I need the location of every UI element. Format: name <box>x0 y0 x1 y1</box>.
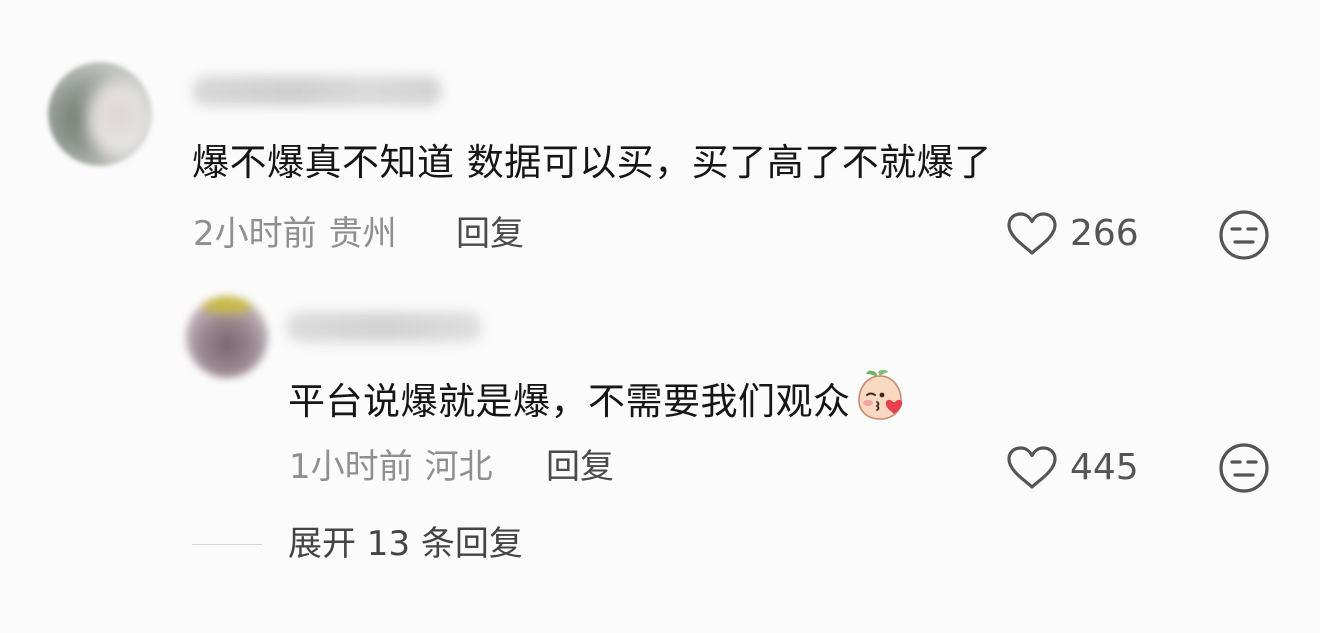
reply-meta: 1小时前 河北 <box>289 447 493 487</box>
reply-comment: 平台说爆就是爆，不需要我们观众 <box>288 369 907 433</box>
comment-location: 贵州 <box>328 214 397 254</box>
kiss-emoji-icon <box>853 368 907 433</box>
like-button[interactable]: 266 <box>1006 212 1139 256</box>
reply-text: 平台说爆就是爆，不需要我们观众 <box>288 380 851 423</box>
comment-text: 爆不爆真不知道 数据可以买，买了高了不就爆了 <box>192 141 992 184</box>
reply-avatar[interactable] <box>186 296 268 378</box>
dislike-button[interactable] <box>1218 209 1270 265</box>
heart-outline-icon <box>1007 212 1057 255</box>
meh-face-icon <box>1219 210 1269 260</box>
reply-button[interactable]: 回复 <box>456 214 524 254</box>
reply-username-blurred[interactable] <box>286 312 482 342</box>
comment-meta: 2小时前 贵州 <box>193 214 397 254</box>
reply-location: 河北 <box>424 447 493 487</box>
like-count: 266 <box>1070 213 1139 254</box>
divider <box>192 543 262 545</box>
avatar-blur <box>200 296 254 314</box>
avatar-blur <box>86 80 152 158</box>
expand-replies-button[interactable]: 展开 13 条回复 <box>192 524 523 564</box>
username-blurred[interactable] <box>192 76 442 106</box>
heart-outline-icon <box>1007 446 1057 489</box>
dislike-button[interactable] <box>1218 442 1270 498</box>
like-button[interactable]: 445 <box>1006 446 1139 490</box>
meh-face-icon <box>1219 443 1269 493</box>
reply-time: 1小时前 <box>289 447 413 487</box>
avatar[interactable] <box>48 62 152 166</box>
reply-button[interactable]: 回复 <box>546 447 614 487</box>
expand-replies-label: 展开 13 条回复 <box>288 524 523 564</box>
comment-time: 2小时前 <box>193 214 317 254</box>
like-count: 445 <box>1070 447 1139 488</box>
